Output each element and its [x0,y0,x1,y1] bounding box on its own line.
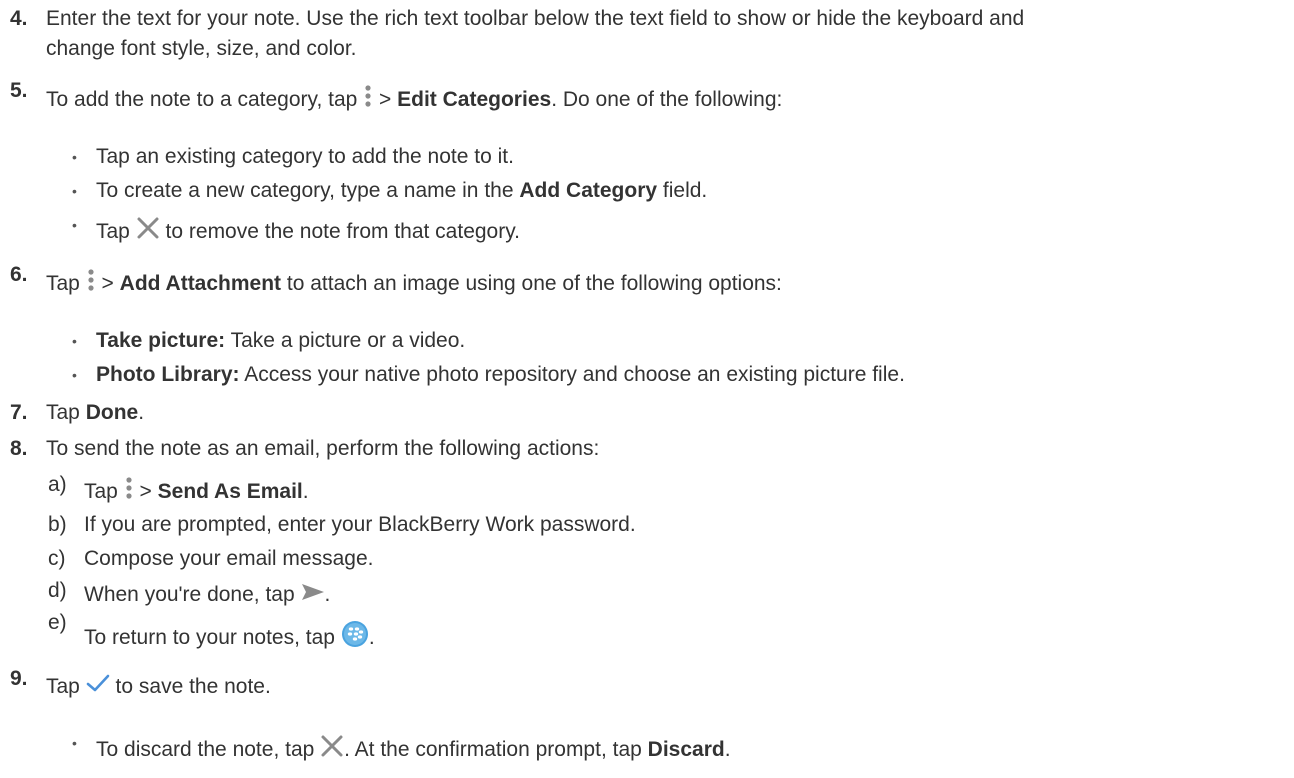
step-5-text-post: . Do one of the following: [551,88,783,112]
add-attachment-label: Add Attachment [119,272,282,296]
done-label: Done [85,401,139,424]
step-number: 6. [10,263,28,286]
close-x-icon [320,734,344,767]
more-vertical-icon [86,268,96,301]
document-page: 4. Enter the text for your note. Use the… [0,0,1294,778]
step-number: 4. [10,7,28,30]
send-as-email-label: Send As Email [157,480,303,504]
step-4-line-1: Enter the text for your note. Use the ri… [46,7,1025,30]
send-arrow-icon [301,580,325,610]
blackberry-logo-icon [341,620,369,657]
step-number: 5. [10,79,28,102]
step-4-line-2: change font style, size, and color. [46,37,357,60]
checkmark-icon [86,672,110,702]
discard-label: Discard [647,738,725,762]
add-category-label: Add Category [519,179,658,202]
separator: > [379,88,392,112]
step-5-text: To add the note to a category, tap [46,88,358,112]
more-vertical-icon [124,476,134,509]
step-number: 9. [10,667,28,690]
more-vertical-icon [363,84,373,117]
edit-categories-label: Edit Categories [397,88,552,112]
step-number: 8. [10,437,28,460]
close-x-icon [136,216,160,249]
step-number: 7. [10,401,28,424]
